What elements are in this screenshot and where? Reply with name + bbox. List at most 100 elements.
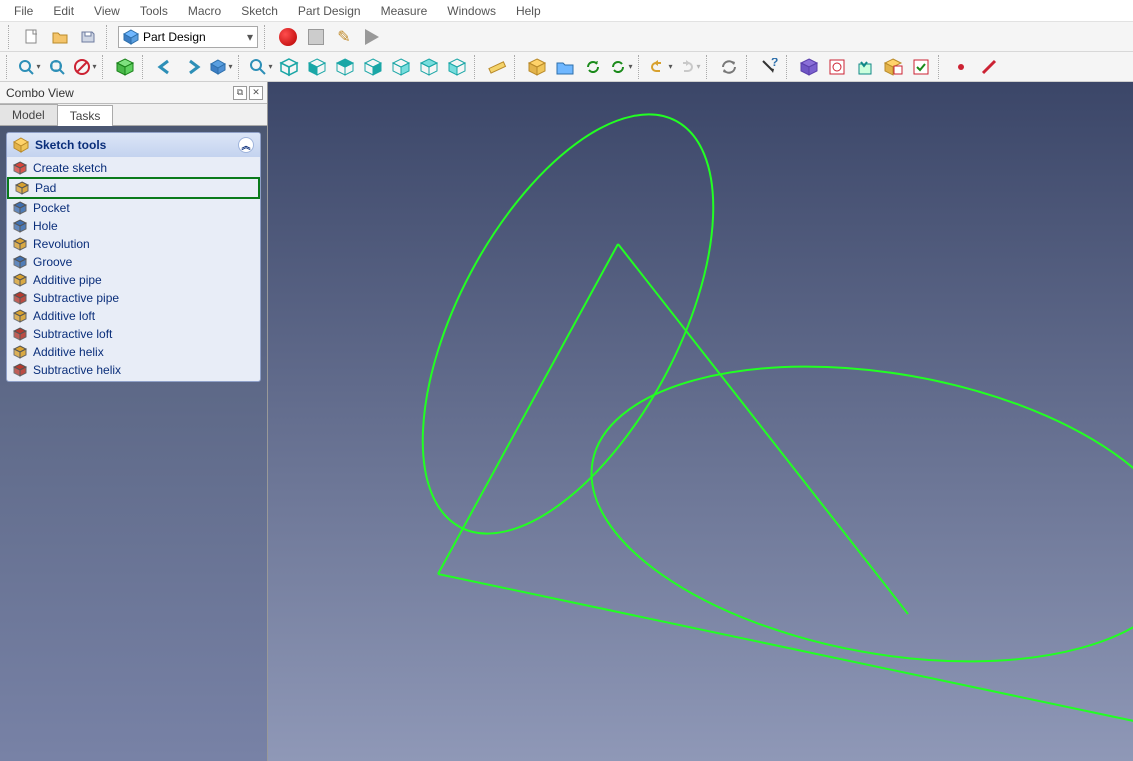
validate-sketch-button[interactable] xyxy=(908,54,934,80)
groove-icon xyxy=(13,255,27,269)
task-additive-pipe[interactable]: Additive pipe xyxy=(7,271,260,289)
task-label: Hole xyxy=(33,219,58,233)
task-subtractive-pipe[interactable]: Subtractive pipe xyxy=(7,289,260,307)
task-label: Subtractive loft xyxy=(33,327,112,341)
dock-icon[interactable]: ⧉ xyxy=(233,86,247,100)
toolbar-separator xyxy=(514,55,520,79)
datum-line-button[interactable] xyxy=(976,54,1002,80)
open-file-button[interactable] xyxy=(48,25,72,49)
menu-edit[interactable]: Edit xyxy=(43,2,84,20)
draw-style-button[interactable] xyxy=(72,54,98,80)
play-icon xyxy=(365,29,379,45)
undo-button[interactable] xyxy=(648,54,674,80)
macro-stop-button[interactable] xyxy=(304,25,328,49)
task-label: Subtractive pipe xyxy=(33,291,119,305)
edit-sketch-button[interactable] xyxy=(852,54,878,80)
task-label: Additive helix xyxy=(33,345,104,359)
rear-view-button[interactable] xyxy=(388,54,414,80)
subtractive-loft-icon xyxy=(13,327,27,341)
pencil-icon: ✎ xyxy=(337,27,350,47)
link-actions-button[interactable] xyxy=(608,54,634,80)
menu-windows[interactable]: Windows xyxy=(437,2,506,20)
task-additive-loft[interactable]: Additive loft xyxy=(7,307,260,325)
nav-back-button[interactable] xyxy=(152,54,178,80)
combo-view-title-bar[interactable]: Combo View ⧉ ✕ xyxy=(0,82,267,104)
macro-play-button[interactable] xyxy=(360,25,384,49)
task-groove[interactable]: Groove xyxy=(7,253,260,271)
link-make-button[interactable] xyxy=(580,54,606,80)
task-pad[interactable]: Pad xyxy=(7,177,260,199)
tab-tasks[interactable]: Tasks xyxy=(57,105,114,126)
bounding-box-button[interactable] xyxy=(112,54,138,80)
menu-help[interactable]: Help xyxy=(506,2,551,20)
menu-file[interactable]: File xyxy=(4,2,43,20)
task-subtractive-helix[interactable]: Subtractive helix xyxy=(7,361,260,379)
create-body-button[interactable] xyxy=(796,54,822,80)
measure-button[interactable] xyxy=(484,54,510,80)
refresh-button[interactable] xyxy=(716,54,742,80)
menu-view[interactable]: View xyxy=(84,2,130,20)
whats-this-button[interactable]: ? xyxy=(756,54,782,80)
task-hole[interactable]: Hole xyxy=(7,217,260,235)
part-button[interactable] xyxy=(524,54,550,80)
bottom-view-button[interactable] xyxy=(416,54,442,80)
quick-toolbar: Part Design ✎ xyxy=(0,22,1133,52)
task-label: Groove xyxy=(33,255,72,269)
task-create-sketch[interactable]: Create sketch xyxy=(7,159,260,177)
record-icon xyxy=(279,28,297,46)
create-sketch-button[interactable] xyxy=(824,54,850,80)
toolbar-separator xyxy=(746,55,752,79)
workbench-selector[interactable]: Part Design xyxy=(118,26,258,48)
combo-view-panel: Combo View ⧉ ✕ Model Tasks Sketch tools … xyxy=(0,82,268,761)
map-sketch-button[interactable] xyxy=(880,54,906,80)
menu-macro[interactable]: Macro xyxy=(178,2,231,20)
toolbar-separator xyxy=(102,55,108,79)
menu-partdesign[interactable]: Part Design xyxy=(288,2,371,20)
box-icon xyxy=(13,137,29,153)
top-view-button[interactable] xyxy=(332,54,358,80)
task-additive-helix[interactable]: Additive helix xyxy=(7,343,260,361)
task-label: Additive loft xyxy=(33,309,95,323)
sketch-tools-header[interactable]: Sketch tools ︽ xyxy=(7,133,260,157)
task-label: Subtractive helix xyxy=(33,363,121,377)
collapse-icon[interactable]: ︽ xyxy=(238,137,254,153)
viewport-canvas xyxy=(268,82,1133,761)
sketch-tools-list: Create sketch Pad Pocket Hole Revolution Groo… xyxy=(7,157,260,381)
macro-record-button[interactable] xyxy=(276,25,300,49)
close-icon[interactable]: ✕ xyxy=(249,86,263,100)
toolbar-separator xyxy=(786,55,792,79)
fit-selection-button[interactable] xyxy=(44,54,70,80)
hole-icon xyxy=(13,219,27,233)
menu-tools[interactable]: Tools xyxy=(130,2,178,20)
grip-icon xyxy=(264,25,270,49)
3d-viewport[interactable] xyxy=(268,82,1133,761)
task-label: Pocket xyxy=(33,201,70,215)
revolution-icon xyxy=(13,237,27,251)
right-view-button[interactable] xyxy=(360,54,386,80)
redo-button[interactable] xyxy=(676,54,702,80)
menu-measure[interactable]: Measure xyxy=(371,2,438,20)
create-sketch-icon xyxy=(13,161,27,175)
front-view-button[interactable] xyxy=(304,54,330,80)
task-label: Pad xyxy=(35,181,56,195)
tab-model[interactable]: Model xyxy=(0,104,58,125)
nav-forward-button[interactable] xyxy=(180,54,206,80)
fit-all-button[interactable] xyxy=(16,54,42,80)
pad-icon xyxy=(15,181,29,195)
toolbar-separator xyxy=(474,55,480,79)
new-file-button[interactable] xyxy=(20,25,44,49)
group-button[interactable] xyxy=(552,54,578,80)
isometric-view-button[interactable] xyxy=(276,54,302,80)
save-file-button[interactable] xyxy=(76,25,100,49)
task-revolution[interactable]: Revolution xyxy=(7,235,260,253)
datum-point-button[interactable] xyxy=(948,54,974,80)
subtractive-helix-icon xyxy=(13,363,27,377)
combo-view-title: Combo View xyxy=(6,86,74,100)
link-button[interactable] xyxy=(208,54,234,80)
zoom-button[interactable] xyxy=(248,54,274,80)
left-view-button[interactable] xyxy=(444,54,470,80)
macro-edit-button[interactable]: ✎ xyxy=(332,25,356,49)
menu-sketch[interactable]: Sketch xyxy=(231,2,288,20)
task-pocket[interactable]: Pocket xyxy=(7,199,260,217)
task-subtractive-loft[interactable]: Subtractive loft xyxy=(7,325,260,343)
